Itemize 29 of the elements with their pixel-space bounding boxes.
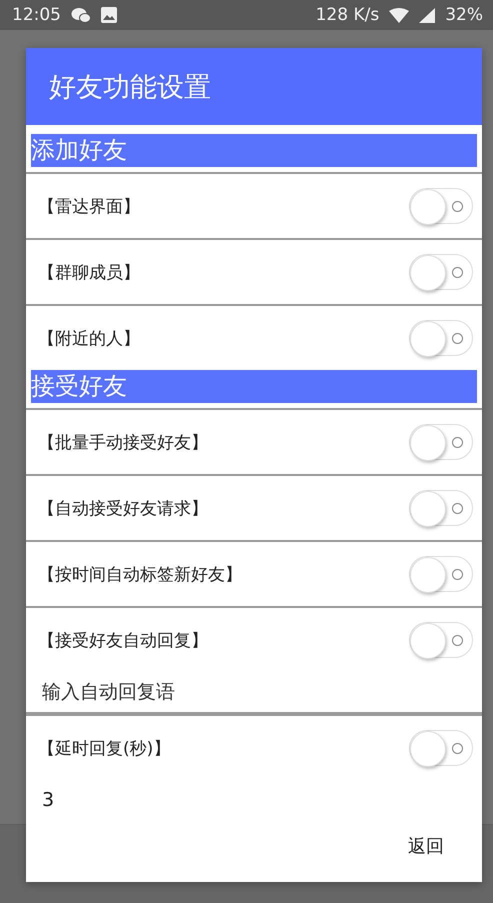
input-field[interactable]: 输入自动回复语 (26, 672, 482, 712)
network-speed-text: 128 K/s (316, 5, 380, 25)
setting-label: 【批量手动接受好友】 (38, 432, 209, 454)
toggle-switch[interactable] (409, 556, 473, 592)
toggle-switch[interactable] (409, 490, 473, 526)
toggle-switch[interactable] (409, 622, 473, 658)
setting-label: 【按时间自动标签新好友】 (38, 564, 243, 586)
toggle-switch[interactable] (409, 254, 473, 290)
section-header: 接受好友 (31, 370, 477, 403)
toggle-switch[interactable] (409, 424, 473, 460)
back-button[interactable]: 返回 (390, 826, 462, 866)
signal-icon (419, 8, 436, 22)
setting-label: 【群聊成员】 (38, 262, 141, 284)
toggle-switch[interactable] (409, 320, 473, 356)
dialog-title: 好友功能设置 (26, 48, 482, 125)
image-icon (101, 7, 117, 23)
setting-label: 【延时回复(秒)】 (38, 738, 172, 760)
input-field[interactable]: 3 (26, 780, 482, 820)
battery-text: 32% (445, 5, 483, 25)
clock-text: 12:05 (12, 5, 61, 25)
setting-label: 【附近的人】 (38, 328, 141, 350)
section-header: 添加好友 (31, 134, 477, 167)
setting-label: 【自动接受好友请求】 (38, 498, 209, 520)
toggle-switch[interactable] (409, 188, 473, 224)
toggle-switch[interactable] (409, 730, 473, 766)
wifi-icon (389, 8, 410, 22)
chat-bubbles-icon (71, 6, 91, 24)
setting-label: 【雷达界面】 (38, 196, 141, 218)
setting-label: 【接受好友自动回复】 (38, 630, 209, 652)
